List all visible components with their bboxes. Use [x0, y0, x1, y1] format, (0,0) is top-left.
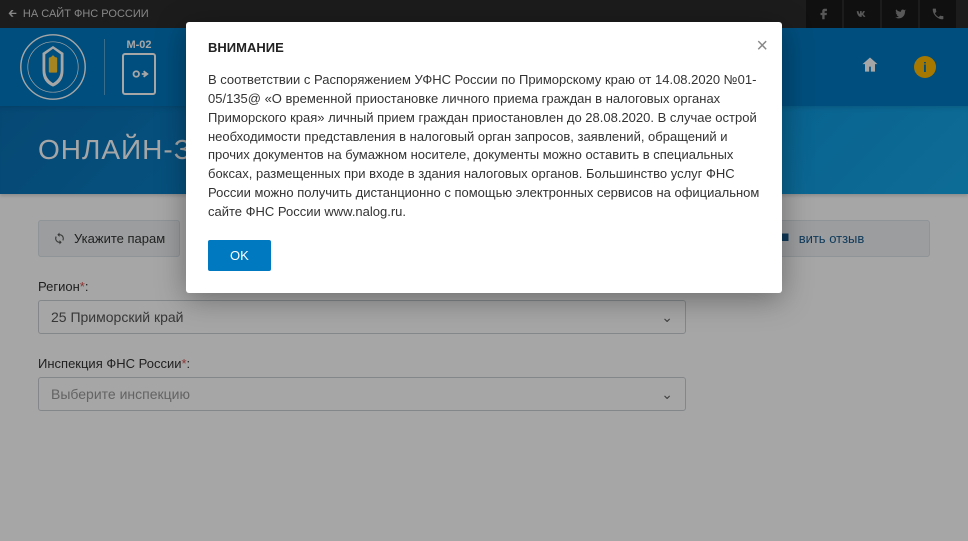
modal-body: В соответствии с Распоряжением УФНС Росс…	[208, 71, 760, 222]
modal-close-button[interactable]: ×	[756, 36, 768, 56]
modal-title: ВНИМАНИЕ	[208, 40, 760, 55]
attention-modal: × ВНИМАНИЕ В соответствии с Распоряжение…	[186, 22, 782, 293]
modal-overlay[interactable]: × ВНИМАНИЕ В соответствии с Распоряжение…	[0, 0, 968, 541]
modal-ok-button[interactable]: OK	[208, 240, 271, 271]
